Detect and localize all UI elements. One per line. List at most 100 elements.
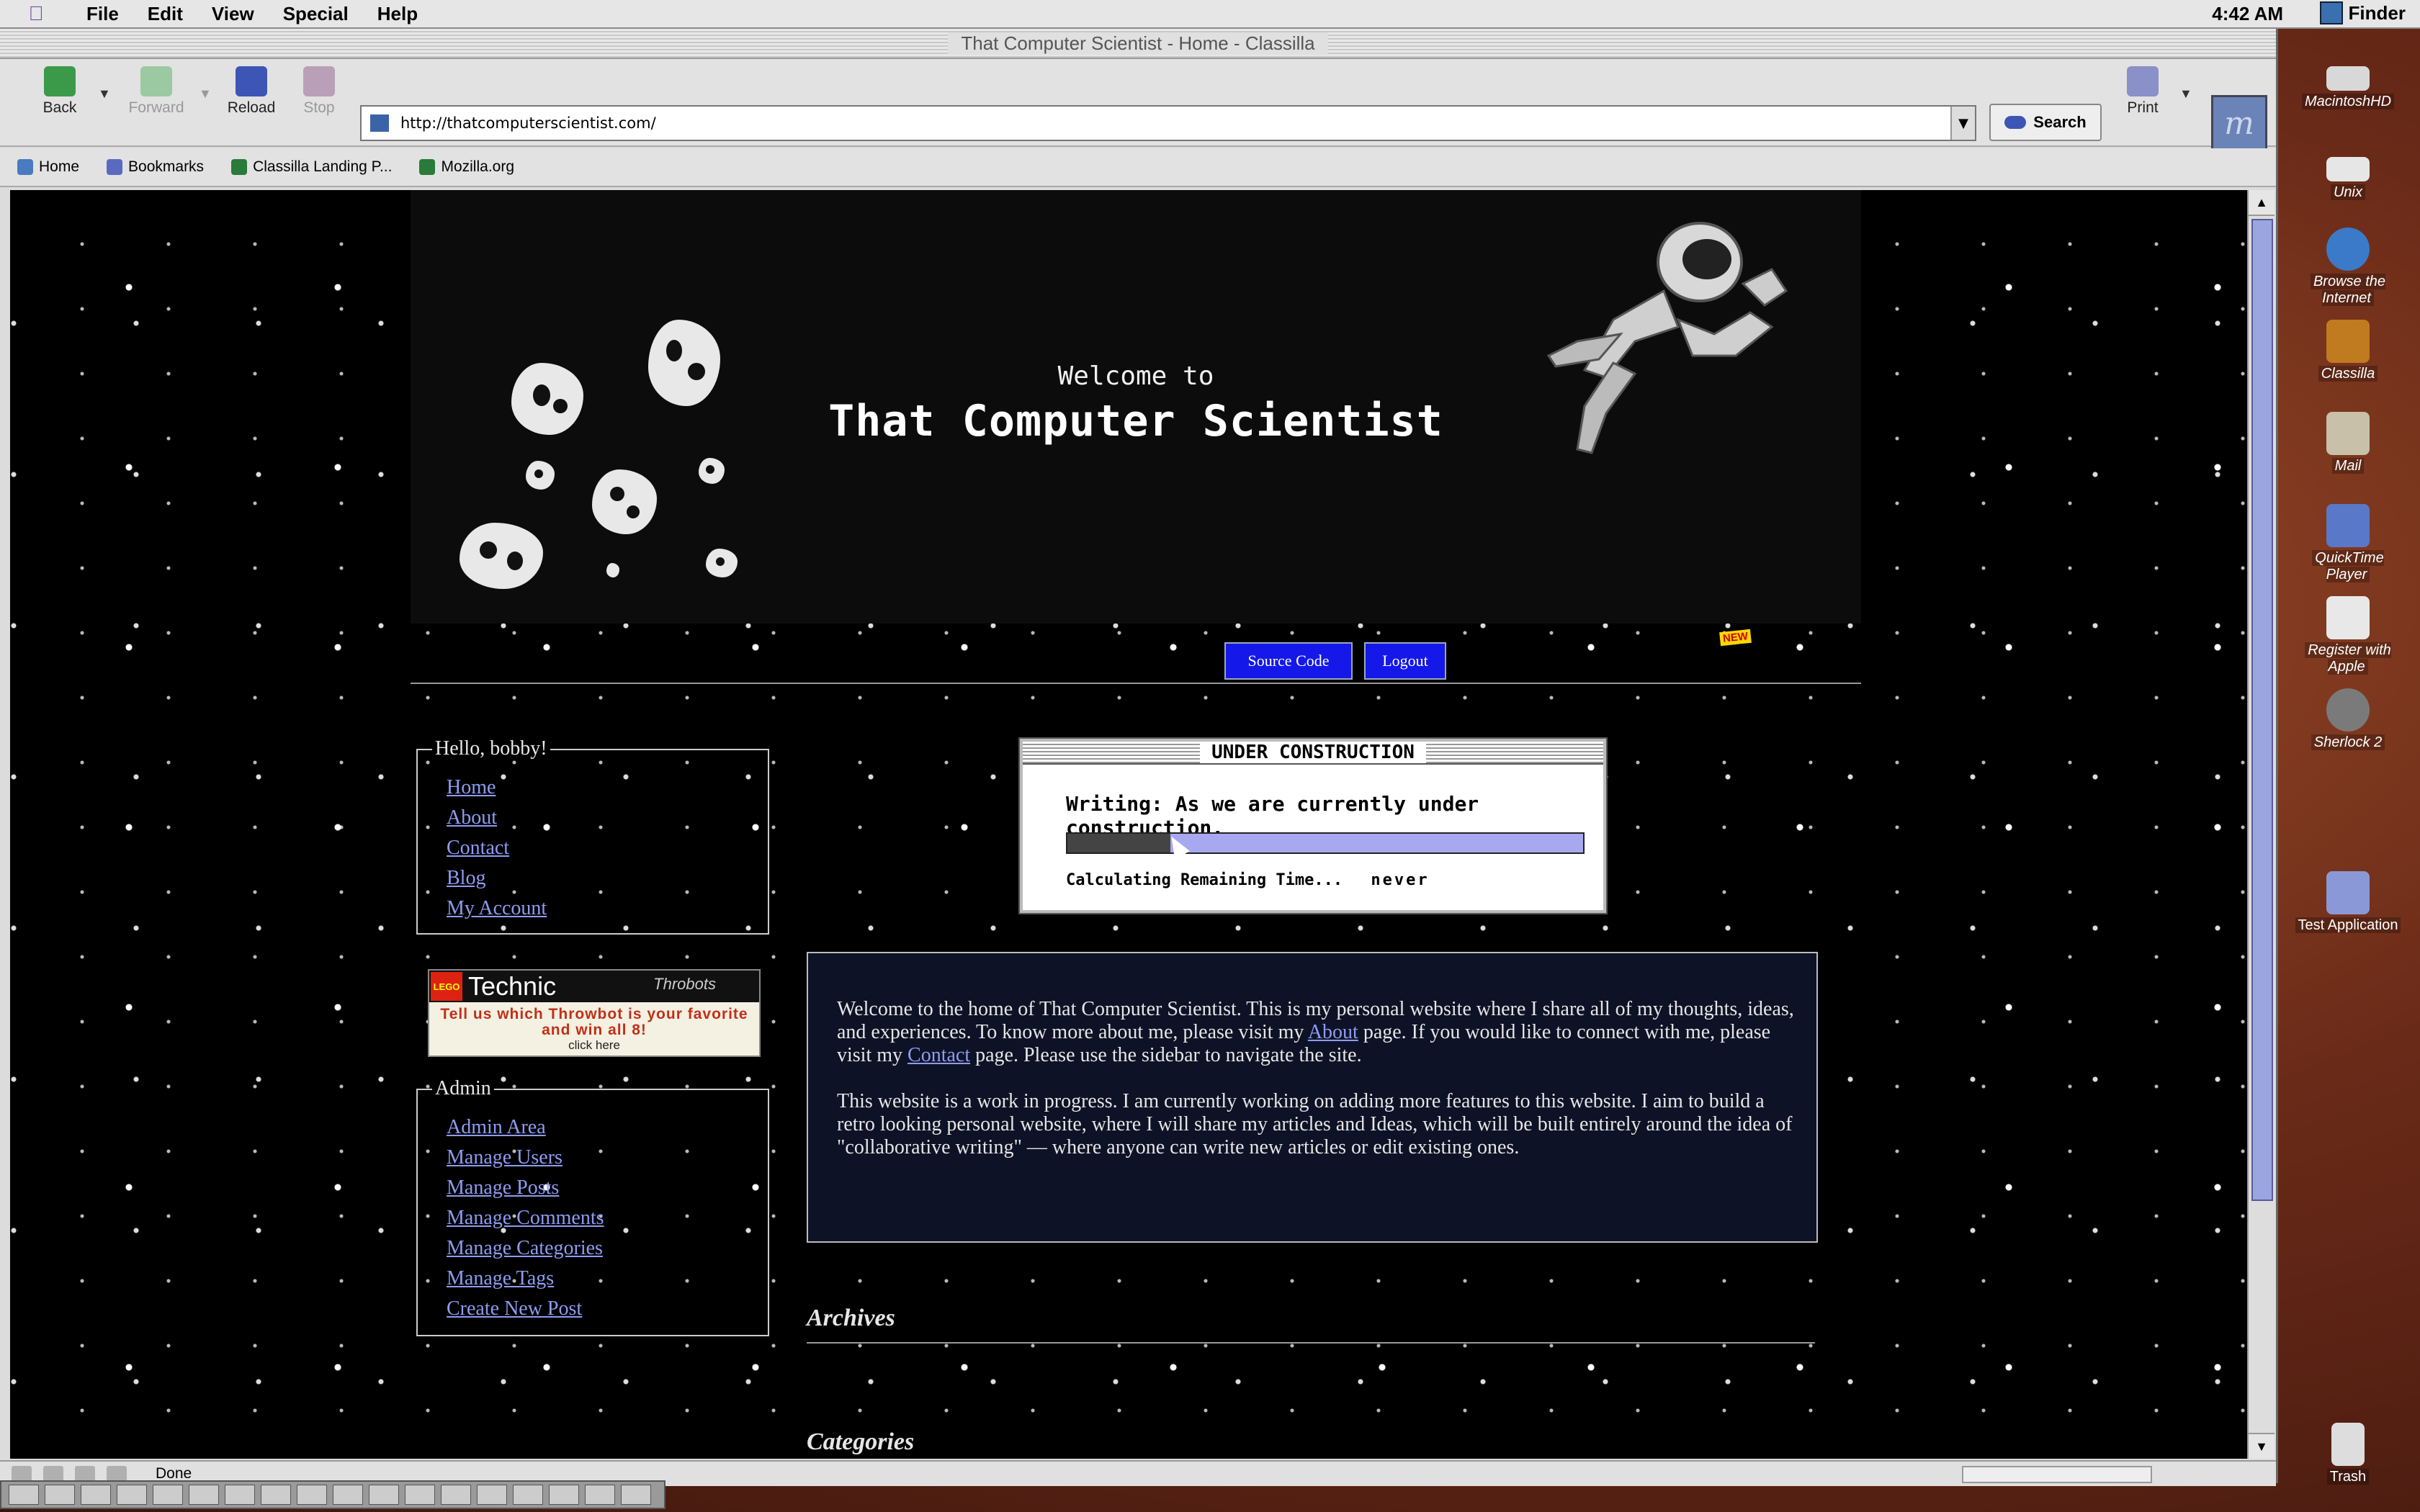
intro-contact-link[interactable]: Contact [908, 1044, 970, 1066]
navigator-icon[interactable] [12, 1466, 32, 1482]
desktop-icon-classilla[interactable]: Classilla [2290, 320, 2406, 382]
control-strip-module-icon[interactable] [81, 1485, 111, 1505]
control-strip-module-icon[interactable] [153, 1485, 183, 1505]
navigation-toolbar: Back ▼ Forward ▼ Reload Stop http://that… [0, 59, 2276, 151]
application-menu[interactable]: Finder [2319, 1, 2406, 24]
bookmark-classilla-label: Classilla Landing P... [253, 158, 393, 175]
mail-icon[interactable] [43, 1466, 63, 1482]
apple-menu-icon[interactable]:  [22, 2, 50, 24]
control-strip-module-icon[interactable] [621, 1485, 651, 1505]
admin-legend: Admin [432, 1077, 494, 1100]
control-strip-module-icon[interactable] [513, 1485, 543, 1505]
admin-link-manage-categories[interactable]: Manage Categories [447, 1237, 604, 1267]
menubar-clock[interactable]: 4:42 AM [2212, 3, 2283, 25]
page-content: Welcome to That Computer Scientist Sourc… [10, 190, 2247, 1459]
bookmark-classilla-landing[interactable]: Classilla Landing P... [231, 158, 392, 176]
print-dropdown-icon[interactable]: ▼ [2179, 86, 2192, 102]
menu-file[interactable]: File [72, 3, 133, 25]
bookmark-mozilla[interactable]: Mozilla.org [419, 158, 514, 176]
back-dropdown-icon[interactable]: ▼ [98, 86, 111, 102]
asteroid [606, 563, 619, 577]
desktop-icon-trash[interactable]: Trash [2290, 1423, 2406, 1485]
nav-link-blog[interactable]: Blog [447, 867, 547, 897]
desktop-icon-mail[interactable]: Mail [2290, 412, 2406, 474]
control-strip-module-icon[interactable] [261, 1485, 291, 1505]
desktop-icon-register-apple[interactable]: Register with Apple [2290, 596, 2406, 675]
back-button[interactable]: Back [27, 66, 92, 117]
throbber-icon[interactable]: m [2211, 95, 2267, 151]
ad-click-here[interactable]: click here [429, 1038, 759, 1053]
application-menu-label: Finder [2348, 1, 2406, 24]
header-divider [411, 683, 1861, 684]
vertical-scrollbar[interactable]: ▲ ▼ [2247, 190, 2275, 1459]
bookmarks-menu-label: Bookmarks [128, 158, 205, 175]
scroll-up-arrow-icon[interactable]: ▲ [2249, 190, 2275, 216]
desktop-icon-browse-internet[interactable]: Browse the Internet [2290, 228, 2406, 307]
scroll-down-arrow-icon[interactable]: ▼ [2249, 1433, 2275, 1459]
control-strip-module-icon[interactable] [585, 1485, 615, 1505]
admin-link-manage-posts[interactable]: Manage Posts [447, 1176, 604, 1207]
desktop-icon-label: Sherlock 2 [2311, 734, 2385, 750]
admin-link-create-new-post[interactable]: Create New Post [447, 1297, 604, 1328]
control-strip-module-icon[interactable] [333, 1485, 363, 1505]
control-strip-module-icon[interactable] [189, 1485, 219, 1505]
control-strip-module-icon[interactable] [369, 1485, 399, 1505]
control-strip-module-icon[interactable] [297, 1485, 327, 1505]
greeting-box: Hello, bobby! Home About Contact Blog My… [416, 737, 769, 935]
logout-button[interactable]: Logout [1364, 642, 1446, 680]
scrollbar-thumb[interactable] [2251, 219, 2273, 1201]
source-code-button[interactable]: Source Code [1224, 642, 1353, 680]
search-button[interactable]: Search [1989, 104, 2102, 141]
control-strip-module-icon[interactable] [117, 1485, 147, 1505]
nav-link-my-account[interactable]: My Account [447, 897, 547, 927]
address-book-icon[interactable] [107, 1466, 127, 1482]
admin-link-admin-area[interactable]: Admin Area [447, 1116, 604, 1146]
control-strip-module-icon[interactable] [477, 1485, 507, 1505]
forward-button[interactable]: Forward [124, 66, 189, 117]
url-history-dropdown-icon[interactable]: ▼ [1950, 107, 1975, 140]
ad-banner[interactable]: LEGO Technic Throbots Tell us which Thro… [428, 969, 761, 1057]
menu-help[interactable]: Help [363, 3, 432, 25]
composer-icon[interactable] [75, 1466, 95, 1482]
forward-arrow-icon [140, 66, 172, 96]
new-badge: NEW [1719, 629, 1752, 647]
nav-link-contact[interactable]: Contact [447, 837, 547, 867]
control-strip-module-icon[interactable] [9, 1485, 39, 1505]
url-field[interactable]: http://thatcomputerscientist.com/ ▼ [360, 105, 1976, 141]
admin-link-manage-comments[interactable]: Manage Comments [447, 1207, 604, 1237]
admin-link-manage-tags[interactable]: Manage Tags [447, 1267, 604, 1297]
control-strip-module-icon[interactable] [405, 1485, 435, 1505]
nav-link-about[interactable]: About [447, 806, 547, 837]
stop-label: Stop [303, 99, 335, 116]
desktop-icon-test-application[interactable]: Test Application [2290, 871, 2406, 934]
control-strip-module-icon[interactable] [225, 1485, 255, 1505]
page-proxy-icon[interactable] [370, 114, 389, 132]
menu-edit[interactable]: Edit [133, 3, 197, 25]
reload-button[interactable]: Reload [219, 66, 284, 117]
control-strip-module-icon[interactable] [45, 1485, 75, 1505]
stop-button[interactable]: Stop [287, 66, 351, 117]
admin-box: Admin Admin Area Manage Users Manage Pos… [416, 1077, 769, 1336]
application-icon [2326, 871, 2370, 914]
control-strip-module-icon[interactable] [549, 1485, 579, 1505]
menu-view[interactable]: View [197, 3, 269, 25]
desktop-icon-unix[interactable]: Unix [2290, 157, 2406, 201]
bookmarks-menu[interactable]: Bookmarks [107, 158, 204, 176]
ad-brand: Technic [468, 971, 557, 1001]
desktop-icon-sherlock[interactable]: Sherlock 2 [2290, 688, 2406, 751]
desktop-icon-label: Browse the Internet [2310, 274, 2386, 306]
intro-about-link[interactable]: About [1308, 1021, 1358, 1043]
window-titlebar[interactable]: That Computer Scientist - Home - Classil… [0, 29, 2276, 59]
forward-dropdown-icon[interactable]: ▼ [199, 86, 212, 102]
desktop-icon-quicktime[interactable]: QuickTime Player [2290, 504, 2406, 583]
admin-link-manage-users[interactable]: Manage Users [447, 1146, 604, 1176]
desktop-icon-macintosh-hd[interactable]: MacintoshHD [2290, 66, 2406, 110]
nav-link-home[interactable]: Home [447, 776, 547, 806]
bookmark-home[interactable]: Home [17, 158, 79, 176]
greeting-legend: Hello, bobby! [432, 737, 550, 760]
menu-special[interactable]: Special [269, 3, 363, 25]
desktop-icon-label: QuickTime Player [2312, 550, 2384, 582]
user-nav-links: Home About Contact Blog My Account [447, 776, 547, 927]
print-button[interactable]: Print [2110, 66, 2175, 117]
control-strip-module-icon[interactable] [441, 1485, 471, 1505]
